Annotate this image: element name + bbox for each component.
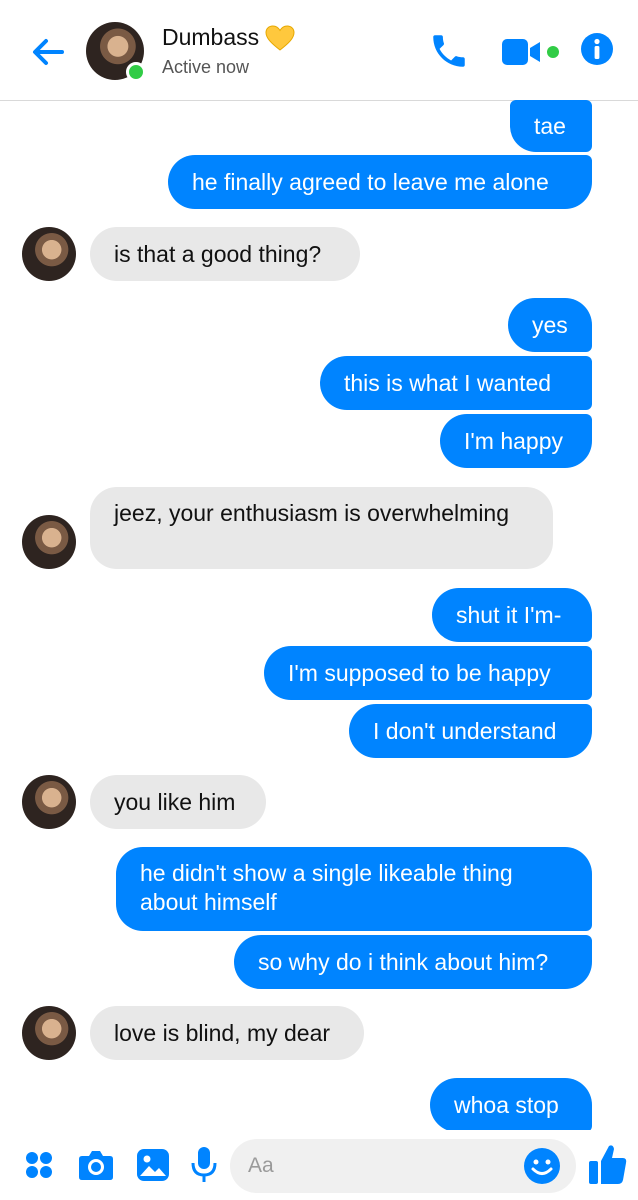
chat-header: Dumbass Active now bbox=[0, 0, 638, 101]
avatar-image bbox=[22, 775, 76, 829]
outgoing-message[interactable]: I'm happy bbox=[440, 414, 592, 468]
contact-avatar[interactable] bbox=[86, 22, 146, 82]
apps-icon[interactable] bbox=[24, 1150, 54, 1180]
emoji-icon[interactable] bbox=[523, 1147, 561, 1185]
gallery-icon[interactable] bbox=[136, 1148, 170, 1182]
active-status-text: Active now bbox=[162, 57, 250, 77]
thumbs-up-icon[interactable] bbox=[588, 1142, 628, 1186]
avatar-image bbox=[22, 1006, 76, 1060]
outgoing-message[interactable]: I don't understand bbox=[349, 704, 592, 758]
avatar-image bbox=[22, 515, 76, 569]
sender-avatar[interactable] bbox=[22, 227, 76, 281]
outgoing-message[interactable]: tae bbox=[510, 100, 592, 152]
phone-icon[interactable] bbox=[428, 30, 470, 72]
avatar-image bbox=[22, 227, 76, 281]
yellow-heart-icon bbox=[265, 24, 295, 51]
incoming-message[interactable]: jeez, your enthusiasm is overwhelming bbox=[90, 487, 553, 569]
message-composer bbox=[0, 1130, 638, 1200]
active-status-dot bbox=[126, 62, 146, 82]
outgoing-message[interactable]: shut it I'm- bbox=[432, 588, 592, 642]
outgoing-message[interactable]: he finally agreed to leave me alone bbox=[168, 155, 592, 209]
outgoing-message[interactable]: this is what I wanted bbox=[320, 356, 592, 410]
contact-name[interactable]: Dumbass bbox=[162, 24, 295, 51]
outgoing-message[interactable]: whoa stop bbox=[430, 1078, 592, 1132]
back-arrow-icon[interactable] bbox=[26, 30, 70, 74]
outgoing-message[interactable]: he didn't show a single likeable thing a… bbox=[116, 847, 592, 931]
incoming-message[interactable]: is that a good thing? bbox=[90, 227, 360, 281]
incoming-message[interactable]: you like him bbox=[90, 775, 266, 829]
outgoing-message[interactable]: yes bbox=[508, 298, 592, 352]
incoming-message[interactable]: love is blind, my dear bbox=[90, 1006, 364, 1060]
sender-avatar[interactable] bbox=[22, 515, 76, 569]
sender-avatar[interactable] bbox=[22, 1006, 76, 1060]
microphone-icon[interactable] bbox=[190, 1146, 218, 1184]
camera-icon[interactable] bbox=[78, 1148, 114, 1182]
contact-name-text: Dumbass bbox=[162, 24, 260, 50]
messenger-chat: Dumbass Active now tae he finally agreed… bbox=[0, 0, 638, 1200]
info-icon[interactable] bbox=[580, 32, 614, 66]
video-camera-icon[interactable] bbox=[500, 36, 562, 68]
outgoing-message[interactable]: so why do i think about him? bbox=[234, 935, 592, 989]
sender-avatar[interactable] bbox=[22, 775, 76, 829]
outgoing-message[interactable]: I'm supposed to be happy bbox=[264, 646, 592, 700]
